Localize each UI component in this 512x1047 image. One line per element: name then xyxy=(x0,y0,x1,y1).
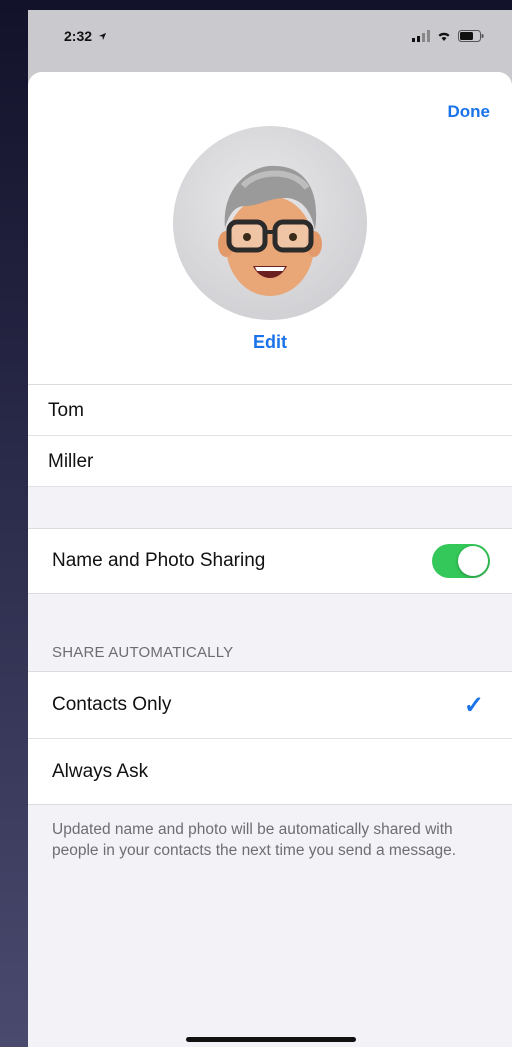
status-bar: 2:32 xyxy=(28,10,512,62)
location-arrow-icon xyxy=(98,32,107,41)
option-label: Always Ask xyxy=(52,760,149,782)
name-photo-sharing-row: Name and Photo Sharing xyxy=(28,528,512,594)
share-options-list: Contacts Only ✓ Always Ask xyxy=(28,671,512,805)
edit-name-photo-sheet: Done Edit Tom Miller Name and Photo Shar… xyxy=(28,72,512,1047)
name-photo-sharing-toggle[interactable] xyxy=(432,544,490,578)
edit-photo-button[interactable]: Edit xyxy=(28,332,512,353)
share-automatically-header: SHARE AUTOMATICALLY xyxy=(52,644,234,661)
status-time: 2:32 xyxy=(64,28,107,44)
done-button[interactable]: Done xyxy=(448,102,491,122)
phone-screen: 2:32 Done Edit Tom Miller Name and Photo… xyxy=(28,10,512,1047)
option-always-ask[interactable]: Always Ask xyxy=(28,738,512,804)
toggle-knob xyxy=(458,546,488,576)
cellular-signal-icon xyxy=(412,30,430,42)
status-icons xyxy=(412,30,484,42)
memoji-avatar-icon[interactable] xyxy=(173,126,367,320)
wifi-icon xyxy=(438,32,450,41)
option-label: Contacts Only xyxy=(52,694,172,715)
option-contacts-only[interactable]: Contacts Only ✓ xyxy=(28,672,512,738)
first-name-field[interactable]: Tom xyxy=(28,385,512,436)
profile-header: Done Edit xyxy=(28,72,512,385)
checkmark-icon: ✓ xyxy=(463,691,484,719)
last-name-field[interactable]: Miller xyxy=(28,436,512,487)
name-photo-sharing-label: Name and Photo Sharing xyxy=(52,550,266,571)
battery-icon xyxy=(458,30,484,42)
home-indicator[interactable] xyxy=(186,1037,356,1042)
share-footer-text: Updated name and photo will be automatic… xyxy=(52,821,457,859)
name-fields: Tom Miller xyxy=(28,385,512,487)
